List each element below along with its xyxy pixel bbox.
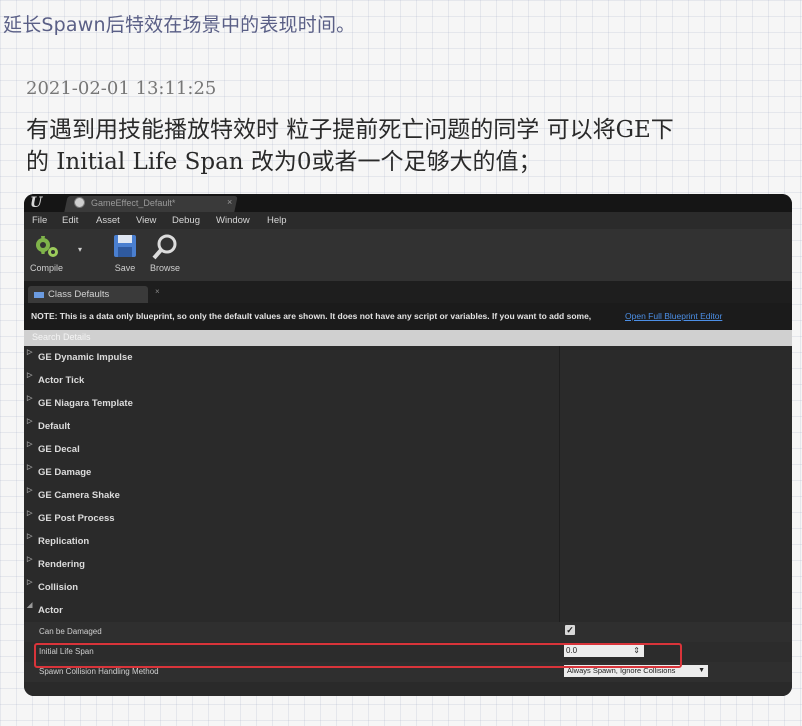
property-label: Can be Damaged	[39, 627, 102, 636]
search-placeholder: Search Details	[32, 332, 91, 342]
collapse-arrow-icon: ◢	[27, 602, 33, 609]
data-only-notice: NOTE: This is a data only blueprint, so …	[24, 303, 792, 330]
category-label: GE Niagara Template	[38, 398, 133, 409]
category-ge-damage[interactable]: ▷ GE Damage	[24, 461, 559, 484]
compile-button[interactable]: Compile	[30, 233, 63, 273]
category-ge-dynamic-impulse[interactable]: ▷ GE Dynamic Impulse	[24, 346, 559, 369]
save-disk-icon	[114, 235, 136, 257]
comment-line-1: 有遇到用技能播放特效时 粒子提前死亡问题的同学 可以将GE下	[26, 117, 674, 143]
close-panel-icon[interactable]: ×	[155, 287, 160, 296]
blueprint-icon	[74, 197, 85, 208]
save-button[interactable]: Save	[112, 233, 138, 273]
expand-arrow-icon: ▷	[27, 464, 33, 471]
can-be-damaged-checkbox[interactable]: ✓	[565, 625, 575, 635]
class-defaults-label: Class Defaults	[48, 289, 110, 300]
property-label: Spawn Collision Handling Method	[39, 667, 159, 676]
expand-arrow-icon: ▷	[27, 418, 33, 425]
compile-options-chevron-icon[interactable]: ▾	[78, 245, 82, 254]
category-ge-decal[interactable]: ▷ GE Decal	[24, 438, 559, 461]
category-label: Actor Tick	[38, 375, 85, 386]
expand-arrow-icon: ▷	[27, 349, 33, 356]
category-label: GE Decal	[38, 444, 80, 455]
panel-tab-bar: Class Defaults ×	[24, 281, 792, 303]
expand-arrow-icon: ▷	[27, 487, 33, 494]
comment-text: 有遇到用技能播放特效时 粒子提前死亡问题的同学 可以将GE下 的 Initial…	[26, 114, 786, 178]
menu-file[interactable]: File	[32, 215, 47, 226]
initial-life-span-value: 0.0	[566, 646, 578, 655]
category-replication[interactable]: ▷ Replication	[24, 530, 559, 553]
initial-life-span-input[interactable]: 0.0 ⇕	[564, 645, 644, 657]
document-tab[interactable]: GameEffect_Default*	[74, 197, 175, 208]
notice-text: NOTE: This is a data only blueprint, so …	[31, 311, 592, 321]
category-label: GE Post Process	[38, 513, 115, 524]
open-full-blueprint-editor-link[interactable]: Open Full Blueprint Editor	[625, 311, 722, 321]
expand-arrow-icon: ▷	[27, 533, 33, 540]
property-initial-life-span: Initial Life Span 0.0 ⇕	[24, 642, 792, 662]
category-collision[interactable]: ▷ Collision	[24, 576, 559, 599]
spawn-collision-value: Always Spawn, Ignore Collisions	[567, 666, 676, 675]
expand-arrow-icon: ▷	[27, 441, 33, 448]
expand-arrow-icon: ▷	[27, 579, 33, 586]
compile-label: Compile	[30, 263, 64, 273]
menu-bar: File Edit Asset View Debug Window Help	[24, 212, 792, 229]
unreal-logo-icon: U	[30, 195, 43, 211]
spawn-collision-select[interactable]: Always Spawn, Ignore Collisions ▼	[564, 665, 708, 677]
unreal-editor-screenshot: U GameEffect_Default* × File Edit Asset …	[24, 194, 792, 696]
property-can-be-damaged: Can be Damaged ✓	[24, 622, 792, 642]
browse-magnifier-icon	[152, 234, 177, 260]
expand-arrow-icon: ▷	[27, 395, 33, 402]
menu-help[interactable]: Help	[267, 215, 287, 226]
category-label: Default	[38, 421, 71, 432]
dropdown-arrow-icon: ▼	[698, 667, 705, 674]
category-ge-camera-shake[interactable]: ▷ GE Camera Shake	[24, 484, 559, 507]
class-defaults-icon	[34, 291, 44, 298]
comment-line-2: 的 Initial Life Span 改为0或者一个足够大的值；	[26, 149, 542, 175]
property-spawn-collision-handling: Spawn Collision Handling Method Always S…	[24, 662, 792, 682]
expand-arrow-icon: ▷	[27, 372, 33, 379]
category-label: Actor	[38, 605, 63, 616]
comment-timestamp: 2021-02-01 13:11:25	[26, 78, 217, 99]
category-ge-post-process[interactable]: ▷ GE Post Process	[24, 507, 559, 530]
save-label: Save	[114, 263, 136, 273]
close-tab-icon[interactable]: ×	[227, 197, 232, 207]
category-label: GE Camera Shake	[38, 490, 120, 501]
details-panel: ▷ GE Dynamic Impulse ▷ Actor Tick ▷ GE Niag…	[24, 346, 792, 696]
category-label: Rendering	[38, 559, 85, 570]
search-details-input[interactable]: Search Details	[24, 330, 792, 346]
expand-arrow-icon: ▷	[27, 510, 33, 517]
menu-asset[interactable]: Asset	[96, 215, 120, 226]
article-title-line: 延长Spawn后特效在场景中的表现时间。	[3, 14, 356, 36]
category-label: GE Damage	[38, 467, 92, 478]
compile-gears-icon	[35, 236, 58, 257]
category-ge-niagara-template[interactable]: ▷ GE Niagara Template	[24, 392, 559, 415]
category-label: GE Dynamic Impulse	[38, 352, 133, 363]
menu-window[interactable]: Window	[216, 215, 250, 226]
editor-titlebar: U GameEffect_Default* ×	[24, 194, 792, 212]
expand-arrow-icon: ▷	[27, 556, 33, 563]
document-tab-label: GameEffect_Default*	[91, 197, 176, 208]
spin-arrows-icon[interactable]: ⇕	[633, 645, 640, 657]
menu-view[interactable]: View	[136, 215, 156, 226]
property-label: Initial Life Span	[39, 647, 94, 656]
menu-debug[interactable]: Debug	[172, 215, 200, 226]
category-label: Replication	[38, 536, 90, 547]
category-label: Collision	[38, 582, 79, 593]
category-actor-tick[interactable]: ▷ Actor Tick	[24, 369, 559, 392]
column-divider[interactable]	[559, 346, 560, 626]
category-default[interactable]: ▷ Default	[24, 415, 559, 438]
browse-label: Browse	[150, 263, 181, 273]
category-rendering[interactable]: ▷ Rendering	[24, 553, 559, 576]
class-defaults-tab[interactable]: Class Defaults	[28, 286, 148, 303]
browse-button[interactable]: Browse	[150, 233, 180, 273]
menu-edit[interactable]: Edit	[62, 215, 78, 226]
toolbar: Compile ▾ Save Browse	[24, 229, 792, 281]
category-actor[interactable]: ◢ Actor	[24, 599, 559, 622]
